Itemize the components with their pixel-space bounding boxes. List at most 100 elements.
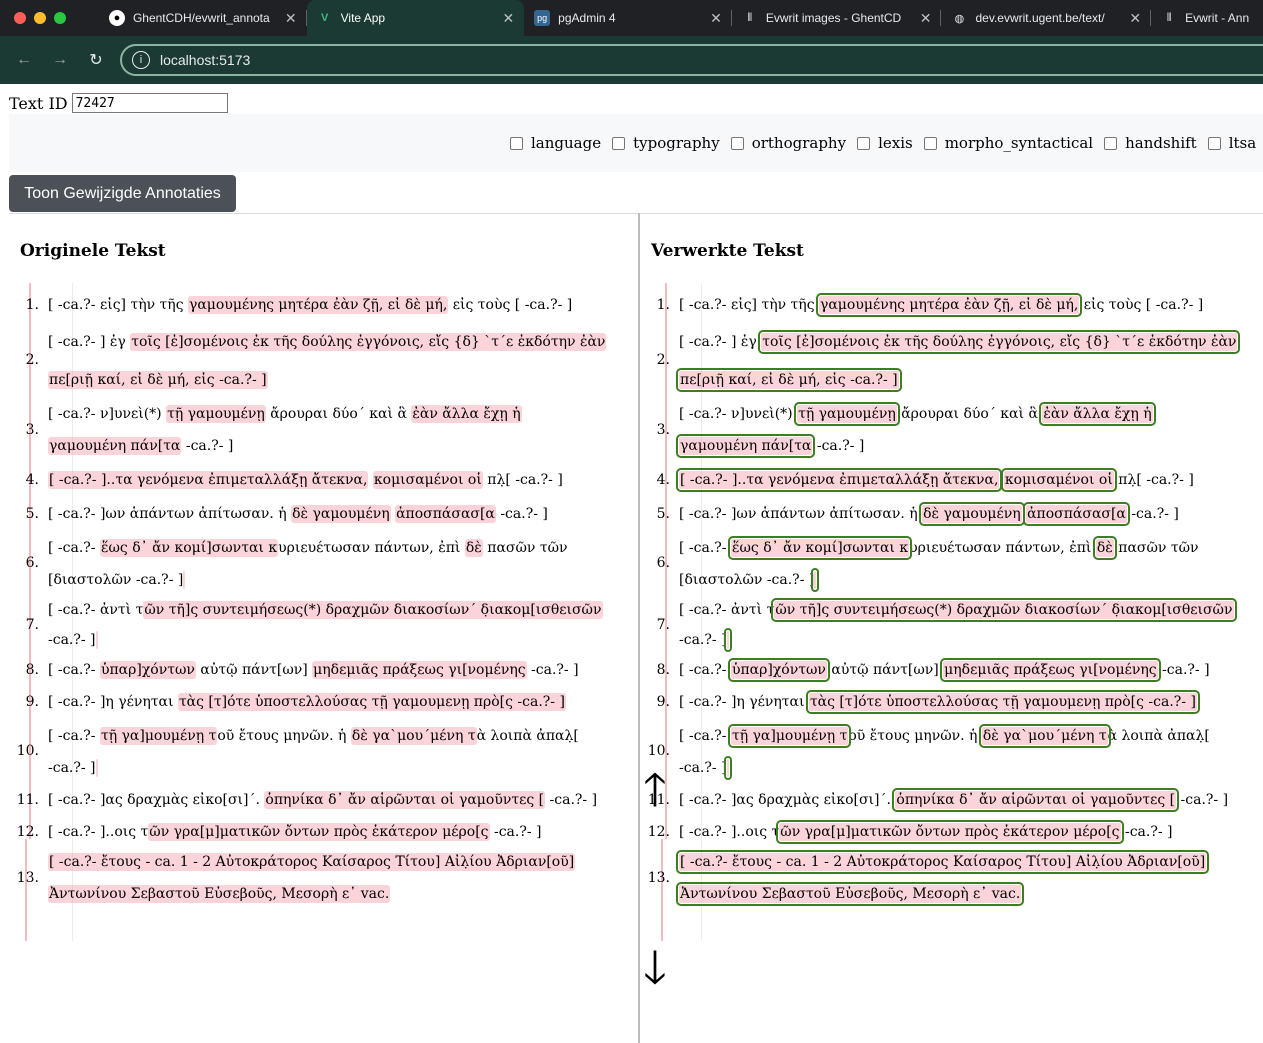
annotation-highlight[interactable]: τὰς [τ]ότε ὑποστελλούσας τῇ γαμουμενῃ πρ… xyxy=(177,693,566,711)
annotation-highlight[interactable]: ῶν γρα[μ]ματικῶν ὄντων πρὸς ἑκάτερον μέρ… xyxy=(148,823,490,841)
filter-lexis[interactable]: lexis xyxy=(857,134,913,152)
annotation-highlight[interactable]: γαμουμένης μητέρα ἐὰν ζῇ, εἰ δὲ μή, xyxy=(815,293,1083,317)
annotation-highlight[interactable]: πε[ριῇ καί, εἰ δὲ μή, εἰς -ca.?- ] xyxy=(48,371,268,389)
scroll-up-arrow-icon[interactable]: 🡑 xyxy=(643,766,667,812)
forward-arrow-icon[interactable]: → xyxy=(42,51,78,69)
annotation-highlight[interactable]: ὁπηνίκα δ᾽ ἄν αἱρῶνται οἱ γαμοῦντες [ xyxy=(264,791,546,809)
annotation-highlight[interactable]: ἕως δ᾽ ἄν κομί]σωνται κ xyxy=(99,539,279,557)
annotation-highlight[interactable]: κομισαμένοι οἱ xyxy=(1000,468,1117,492)
annotation-highlight[interactable]: γαμουμένης μητέρα ἐὰν ζῇ, εἰ δὲ μή, xyxy=(187,296,449,314)
annotation-highlight[interactable]: πε[ριῇ καί, εἰ δὲ μή, εἰς -ca.?- ] xyxy=(676,368,902,392)
filter-language[interactable]: language xyxy=(510,134,601,152)
minimize-window-button[interactable] xyxy=(34,12,46,24)
annotation-highlight[interactable]: τοῖς [ἐ]σομένοις ἐκ τῆς δούλης ἐγγόνοις,… xyxy=(130,333,607,351)
annotation-highlight[interactable]: γαμουμένη πάν[τα xyxy=(675,434,816,458)
text-segment: υριευέτωσαν πάντων, ἐπὶ xyxy=(909,540,1096,556)
site-info-icon[interactable]: i xyxy=(132,51,150,69)
browser-tab[interactable]: ◍ dev.evwrit.ugent.be/text/ ✕ xyxy=(941,0,1151,36)
annotation-highlight[interactable]: δὲ γαμουμένη xyxy=(291,505,391,523)
tab-title: Evwrit - Ann xyxy=(1185,11,1250,25)
annotation-highlight[interactable]: κομισαμένοι οἱ xyxy=(372,471,483,489)
annotation-highlight[interactable]: τῇ γαμουμένῃ xyxy=(794,402,900,426)
text-segment: -ca.?- ] xyxy=(1126,506,1179,522)
annotation-highlight[interactable]: τὰς [τ]ότε ὑποστελλούσας τῇ γαμουμενῃ πρ… xyxy=(805,690,1200,714)
filter-typography[interactable]: typography xyxy=(612,134,720,152)
filter-handshift[interactable]: handshift xyxy=(1104,134,1197,152)
text-segment: [ -ca.?- ]..οις τ xyxy=(48,824,149,840)
annotation-highlight[interactable]: δὲ γα`μου´μένη τ xyxy=(350,727,477,745)
annotation-highlight[interactable]: δὲ xyxy=(464,539,483,557)
checkbox[interactable] xyxy=(510,136,523,150)
annotation-highlight[interactable]: [ -ca.?- ἔτους - ca. 1 - 2 Αὐτοκράτορος … xyxy=(48,853,576,871)
close-tab-icon[interactable]: ✕ xyxy=(502,10,514,27)
checkbox[interactable] xyxy=(857,136,871,150)
annotation-highlight[interactable]: ὑπαρ]χόντων xyxy=(99,661,196,679)
annotation-highlight[interactable]: τοῖς [ἐ]σομένοις ἐκ τῆς δούλης ἐγγόνοις,… xyxy=(758,330,1241,354)
annotation-highlight[interactable]: τῇ γα]μουμένῃ τ xyxy=(99,727,218,745)
browser-tab[interactable]: ⦀ Evwrit images - GhentCD ✕ xyxy=(732,0,942,36)
annotation-highlight[interactable] xyxy=(183,571,186,589)
annotation-highlight[interactable]: μηδεμιᾶς πράξεως γι[νομένης xyxy=(940,658,1161,682)
filter-morpho-syntactical[interactable]: morpho_syntactical xyxy=(923,134,1093,152)
annotation-highlight[interactable]: ἀποσπάσασ[α xyxy=(395,505,496,523)
text-id-input[interactable] xyxy=(71,93,228,113)
filter-orthography[interactable]: orthography xyxy=(730,134,846,152)
close-tab-icon[interactable]: ✕ xyxy=(285,10,297,27)
checkbox[interactable] xyxy=(923,136,937,150)
annotation-highlight[interactable]: [ -ca.?- ἔτους - ca. 1 - 2 Αὐτοκράτορος … xyxy=(675,850,1210,874)
checkbox[interactable] xyxy=(1104,136,1118,150)
checkbox[interactable] xyxy=(612,136,626,150)
close-tab-icon[interactable]: ✕ xyxy=(1129,10,1141,27)
annotation-highlight[interactable]: ῶν τῆ]ς συντειμήσεως(*) δραχμῶν διακοσίω… xyxy=(771,598,1237,622)
annotation-highlight[interactable] xyxy=(95,759,98,777)
annotation-highlight[interactable]: ὑπαρ]χόντων xyxy=(727,658,830,682)
annotation-highlight[interactable] xyxy=(811,568,820,592)
annotation-highlight[interactable] xyxy=(95,631,98,649)
checkbox[interactable] xyxy=(1207,136,1221,150)
browser-tab-active[interactable]: V Vite App ✕ xyxy=(306,0,525,36)
annotation-highlight[interactable]: Ἀντωνίνου Σεβαστοῦ Εὐσεβοῦς, Μεσορὴ ε᾽ v… xyxy=(48,885,391,903)
annotation-highlight[interactable]: ὁπηνίκα δ᾽ ἄν αἱρῶνται οἱ γαμοῦντες [ xyxy=(892,788,1180,812)
annotation-highlight[interactable]: γαμουμένη πάν[τα xyxy=(48,437,182,455)
filter-label: handshift xyxy=(1125,134,1197,152)
panel-title: Originele Tekst xyxy=(20,241,166,261)
reload-icon[interactable]: ↻ xyxy=(78,50,114,70)
filter-ltsa[interactable]: ltsa xyxy=(1207,134,1256,152)
annotation-highlight[interactable]: τῇ γα]μουμένῃ τ xyxy=(727,724,852,748)
close-tab-icon[interactable]: ✕ xyxy=(920,10,932,27)
annotation-highlight[interactable]: ἐὰν ἄλλα ἔχῃ ἡ xyxy=(1039,402,1156,426)
annotation-highlight[interactable]: ἕως δ᾽ ἄν κομί]σωνται κ xyxy=(727,536,913,560)
annotation-highlight[interactable] xyxy=(723,756,732,780)
line-number: 8. xyxy=(656,662,670,678)
text-line: [ -ca.?- τῇ γα]μουμένῃ τοῦ ἔτους μηνῶν. … xyxy=(679,724,1210,748)
text-segment: πασῶν τῶν xyxy=(1113,540,1199,556)
annotation-highlight[interactable]: Ἀντωνίνου Σεβαστοῦ Εὐσεβοῦς, Μεσορὴ ε᾽ v… xyxy=(675,882,1025,906)
annotation-highlight[interactable] xyxy=(723,628,732,652)
checkbox[interactable] xyxy=(730,136,744,150)
close-tab-icon[interactable]: ✕ xyxy=(710,10,722,27)
annotation-highlight[interactable]: ἀποσπάσασ[α xyxy=(1023,502,1130,526)
annotation-highlight[interactable]: ἐὰν ἄλλα ἔχῃ ἡ xyxy=(411,405,522,423)
annotation-highlight[interactable]: ῶν τῆ]ς συντειμήσεως(*) δραχμῶν διακοσίω… xyxy=(143,601,603,619)
toggle-changed-annotations-button[interactable]: Toon Gewijzigde Annotaties xyxy=(9,175,236,212)
back-arrow-icon[interactable]: ← xyxy=(6,51,42,69)
text-segment: εἰς τοὺς [ -ca.?- ] xyxy=(448,297,573,313)
scroll-down-arrow-icon[interactable]: 🡓 xyxy=(643,944,667,990)
annotation-highlight[interactable]: δὲ γα`μου´μένη τ xyxy=(978,724,1111,748)
annotation-highlight[interactable]: [ -ca.?- ]..τα γενόμενα ἐπιμεταλλάξῃ ἄτε… xyxy=(48,471,369,489)
annotation-highlight[interactable]: τῇ γαμουμένῃ xyxy=(166,405,266,423)
annotation-highlight[interactable]: ῶν γρα[μ]ματικῶν ὄντων πρὸς ἑκάτερον μέρ… xyxy=(776,820,1124,844)
browser-tab[interactable]: ⦀ Evwrit - Ann xyxy=(1151,0,1263,36)
close-window-button[interactable] xyxy=(14,12,26,24)
text-segment: -ca.?- ] xyxy=(545,792,598,808)
annotation-highlight[interactable]: δὲ xyxy=(1092,536,1117,560)
address-bar[interactable]: i localhost:5173 xyxy=(120,44,1263,76)
annotation-highlight[interactable]: δὲ γαμουμένη xyxy=(919,502,1025,526)
maximize-window-button[interactable] xyxy=(54,12,66,24)
text-segment: -ca.?- ] xyxy=(1120,824,1173,840)
annotation-highlight[interactable]: [ -ca.?- ]..τα γενόμενα ἐπιμεταλλάξῃ ἄτε… xyxy=(675,468,1003,492)
line-number: 1. xyxy=(25,297,39,313)
annotation-highlight[interactable]: μηδεμιᾶς πράξεως γι[νομένης xyxy=(312,661,527,679)
browser-tab[interactable]: ● GhentCDH/evwrit_annota ✕ xyxy=(99,0,307,36)
browser-tab[interactable]: pg pgAdmin 4 ✕ xyxy=(524,0,732,36)
